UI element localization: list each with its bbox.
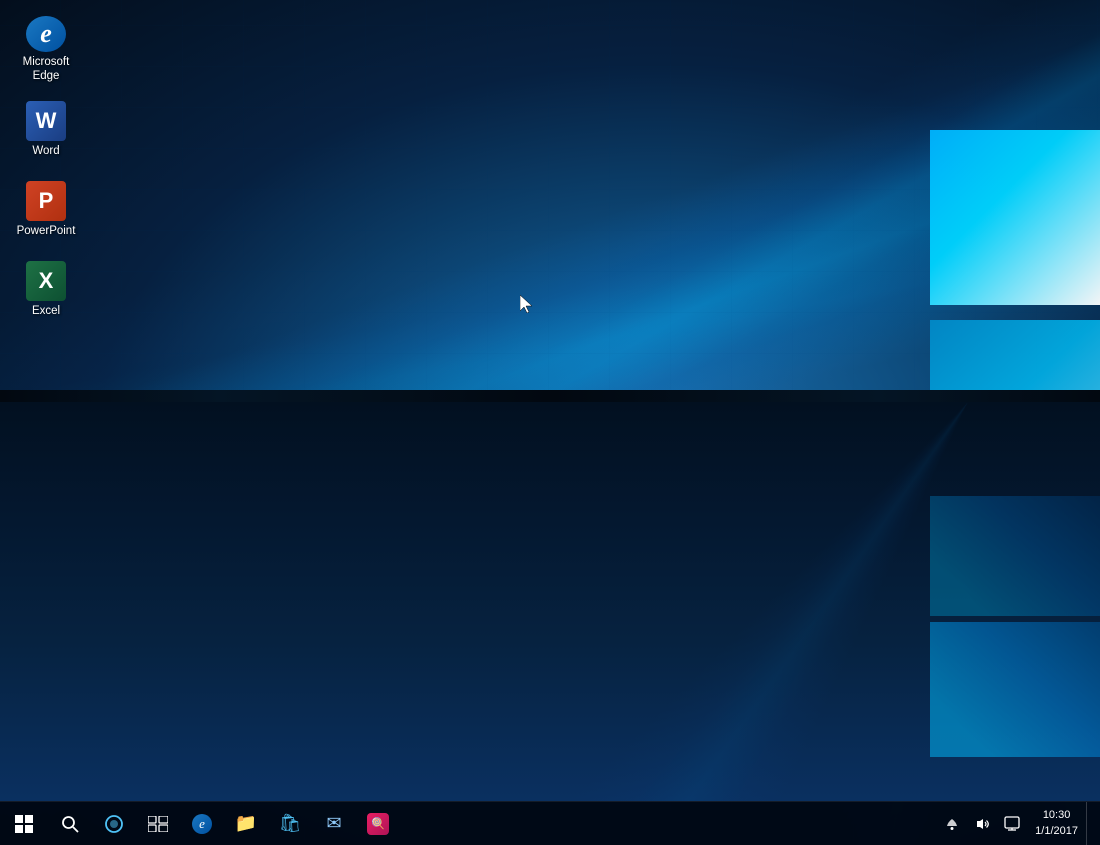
tray-show-desktop[interactable] [1086, 802, 1092, 845]
reflection-area [0, 402, 1100, 801]
word-icon-letter: W [36, 108, 57, 134]
task-view-icon [148, 816, 168, 832]
taskbar-edge[interactable]: e [180, 802, 224, 845]
start-icon-tr [25, 815, 33, 823]
desktop: e Microsoft Edge W Word P PowerPoint [0, 0, 1100, 845]
taskbar-store[interactable]: 🛍 [268, 802, 312, 845]
cortana-button[interactable] [92, 802, 136, 845]
taskbar-game-icon: 🍭 [367, 813, 389, 835]
powerpoint-icon: P [26, 181, 66, 221]
edge-icon: e [26, 16, 66, 52]
network-icon [944, 817, 960, 831]
win-logo-top-right [930, 130, 1100, 305]
taskbar-mail-icon: ✉ [326, 813, 341, 834]
tray-date-value: 1/1/2017 [1035, 824, 1078, 839]
desktop-icon-excel[interactable]: X Excel [5, 250, 87, 330]
desktop-icon-powerpoint[interactable]: P PowerPoint [5, 170, 87, 250]
taskbar-folder-icon: 📁 [235, 813, 257, 834]
powerpoint-icon-label: PowerPoint [17, 225, 76, 239]
tray-action-center-icon[interactable] [997, 802, 1027, 845]
excel-icon-letter: X [39, 268, 54, 294]
taskbar-edge-icon: e [192, 814, 212, 834]
desktop-icon-edge[interactable]: e Microsoft Edge [5, 10, 87, 90]
taskbar: e 📁 🛍 ✉ 🍭 [0, 801, 1100, 845]
taskbar-mail[interactable]: ✉ [312, 802, 356, 845]
action-center-icon [1004, 816, 1020, 832]
desktop-icons-container: e Microsoft Edge W Word P PowerPoint [5, 10, 87, 330]
powerpoint-icon-letter: P [39, 188, 54, 214]
cortana-icon [104, 814, 124, 834]
start-button[interactable] [0, 802, 48, 845]
system-tray: 10:30 1/1/2017 [937, 802, 1100, 845]
search-icon [61, 815, 79, 833]
start-icon-tl [15, 815, 23, 823]
win-logo-reflection-bottom [930, 622, 1100, 757]
excel-icon: X [26, 261, 66, 301]
taskbar-extra-app[interactable]: 🍭 [356, 802, 400, 845]
tray-volume-icon[interactable] [967, 802, 997, 845]
desktop-icon-word[interactable]: W Word [5, 90, 87, 170]
taskbar-file-explorer[interactable]: 📁 [224, 802, 268, 845]
volume-icon [974, 817, 990, 831]
start-icon-bl [15, 825, 23, 833]
start-icon-br [25, 825, 33, 833]
notification-area [937, 802, 1027, 845]
word-icon-label: Word [32, 145, 59, 159]
edge-icon-label: Microsoft Edge [23, 56, 70, 84]
taskbar-store-icon: 🛍 [279, 813, 302, 834]
tray-clock[interactable]: 10:30 1/1/2017 [1027, 802, 1086, 845]
search-button[interactable] [48, 802, 92, 845]
tray-network-icon[interactable] [937, 802, 967, 845]
edge-icon-letter: e [40, 21, 52, 47]
tray-time-value: 10:30 [1043, 808, 1071, 823]
word-icon: W [26, 101, 66, 141]
excel-icon-label: Excel [32, 305, 60, 319]
start-icon [15, 815, 33, 833]
win-logo-reflection-top [930, 496, 1100, 616]
horizontal-divider [0, 390, 1100, 402]
task-view-button[interactable] [136, 802, 180, 845]
